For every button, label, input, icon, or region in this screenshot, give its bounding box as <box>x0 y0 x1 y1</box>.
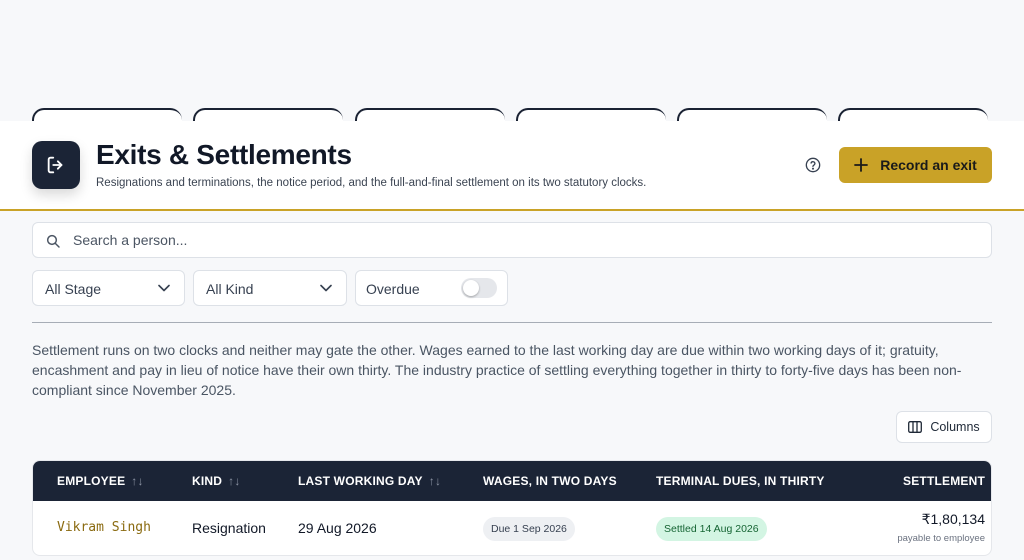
employee-name[interactable]: Vikram Singh <box>57 520 151 535</box>
settlement-note: payable to employee <box>897 533 985 544</box>
column-header-label: KIND <box>192 474 223 488</box>
column-header-wages: WAGES, IN TWO DAYS <box>483 474 617 488</box>
help-circle-icon[interactable] <box>805 157 821 173</box>
record-exit-button[interactable]: Record an exit <box>839 147 992 183</box>
stat-card-edge <box>32 108 182 122</box>
column-header-last-working-day[interactable]: LAST WORKING DAY ↑↓ <box>298 474 441 488</box>
chevron-down-icon <box>320 284 332 292</box>
kind-filter-value: All Kind <box>206 281 254 297</box>
settlement-amount: ₹1,80,134 <box>921 511 985 527</box>
overdue-toggle[interactable] <box>461 278 497 298</box>
sort-icon: ↑↓ <box>228 474 241 488</box>
chevron-down-icon <box>158 284 170 292</box>
stat-card-edge <box>193 108 343 122</box>
wages-due-badge: Due 1 Sep 2026 <box>483 517 575 541</box>
search-icon <box>46 234 60 248</box>
exits-table: EMPLOYEE ↑↓ KIND ↑↓ LAST WORKING DAY ↑↓ WAG… <box>32 460 992 556</box>
table-header: EMPLOYEE ↑↓ KIND ↑↓ LAST WORKING DAY ↑↓ WAG… <box>33 461 991 501</box>
stat-cards-peek <box>32 108 992 122</box>
exit-kind: Resignation <box>192 520 266 536</box>
column-header-employee[interactable]: EMPLOYEE ↑↓ <box>57 474 144 488</box>
exit-door-icon <box>32 141 80 189</box>
last-working-day: 29 Aug 2026 <box>298 520 377 536</box>
record-exit-label: Record an exit <box>880 157 977 173</box>
page-subtitle: Resignations and terminations, the notic… <box>96 177 647 189</box>
table-row[interactable]: Vikram Singh Resignation 29 Aug 2026 Due… <box>33 501 991 555</box>
search-input[interactable] <box>73 223 973 257</box>
divider <box>32 322 992 323</box>
overdue-label: Overdue <box>366 281 420 297</box>
terminal-settled-badge: Settled 14 Aug 2026 <box>656 517 767 541</box>
stage-filter-value: All Stage <box>45 281 102 297</box>
overdue-filter: Overdue <box>355 270 508 306</box>
columns-icon <box>908 421 923 433</box>
search-bar <box>32 222 992 258</box>
stat-card-edge <box>516 108 666 122</box>
toggle-knob <box>463 280 479 296</box>
plus-icon <box>854 158 869 172</box>
page-header: Exits & Settlements Resignations and ter… <box>0 121 1024 211</box>
page-title: Exits & Settlements <box>96 139 352 170</box>
settlement-notice: Settlement runs on two clocks and neithe… <box>32 342 962 398</box>
columns-label: Columns <box>930 420 980 434</box>
stat-card-edge <box>355 108 505 122</box>
sort-icon: ↑↓ <box>428 474 442 488</box>
stage-filter-select[interactable]: All Stage <box>32 270 185 306</box>
column-header-terminal-dues: TERMINAL DUES, IN THIRTY <box>656 474 825 488</box>
column-header-kind[interactable]: KIND ↑↓ <box>192 474 241 488</box>
column-header-settlement: SETTLEMENT <box>903 474 985 488</box>
columns-button[interactable]: Columns <box>896 411 992 443</box>
column-header-label: LAST WORKING DAY <box>298 474 423 488</box>
kind-filter-select[interactable]: All Kind <box>193 270 347 306</box>
sort-icon: ↑↓ <box>131 474 144 488</box>
stat-card-edge <box>677 108 827 122</box>
column-header-label: EMPLOYEE <box>57 474 126 488</box>
stat-card-edge <box>838 108 988 122</box>
